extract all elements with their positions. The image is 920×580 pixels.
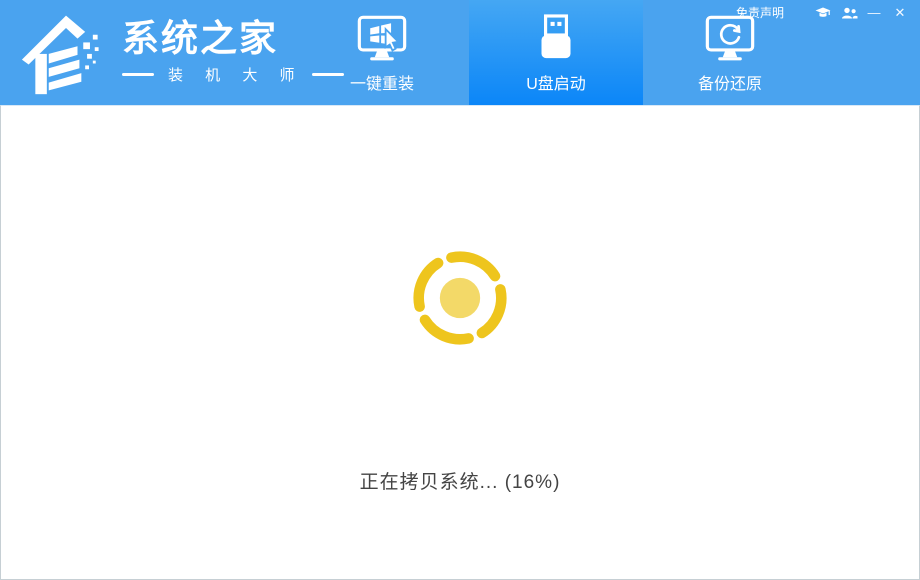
- tab-label: 备份还原: [698, 76, 762, 94]
- tab-label: 一键重装: [350, 76, 414, 94]
- tab-one-click-reinstall[interactable]: 一键重装: [295, 0, 469, 105]
- monitor-windows-icon: [353, 9, 411, 69]
- close-button[interactable]: ✕: [890, 5, 910, 21]
- tab-label: U盘启动: [526, 76, 586, 94]
- copy-progress-status: 正在拷贝系统... (16%): [1, 467, 919, 494]
- usb-drive-icon: [527, 9, 585, 69]
- graduate-cap-icon[interactable]: [814, 5, 832, 21]
- tab-usb-boot[interactable]: U盘启动: [469, 0, 643, 105]
- disclaimer-link[interactable]: 免责声明: [736, 4, 784, 21]
- app-window: 系统之家 装 机 大 师: [0, 0, 920, 580]
- loading-spinner: [412, 250, 508, 346]
- main-content: 正在拷贝系统... (16%): [0, 105, 920, 580]
- minimize-button[interactable]: —: [864, 5, 884, 21]
- app-header: 系统之家 装 机 大 师: [0, 0, 920, 105]
- subtitle-left-line: [122, 73, 154, 76]
- titlebar-controls: 免责声明 — ✕: [736, 4, 910, 21]
- house-logo-icon: [20, 6, 112, 98]
- brand-subtitle: 装 机 大 师: [168, 64, 304, 85]
- users-icon[interactable]: [840, 5, 858, 21]
